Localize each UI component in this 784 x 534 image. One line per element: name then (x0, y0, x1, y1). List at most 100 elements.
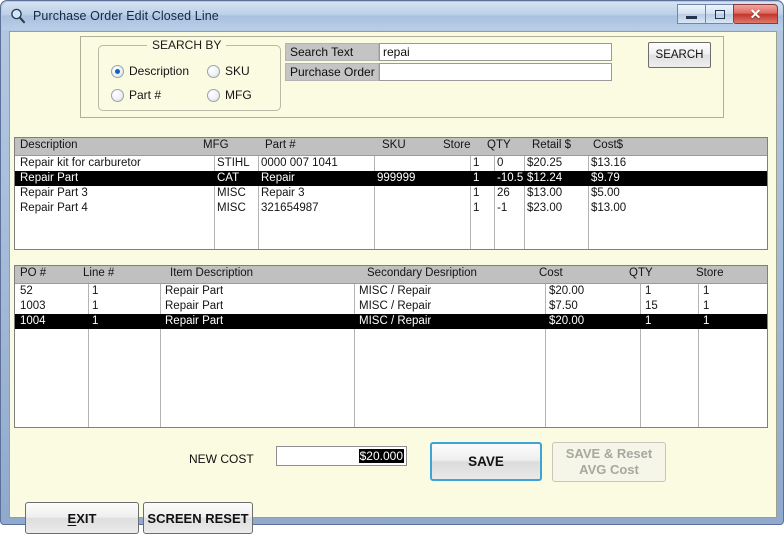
cell-po-number: 52 (20, 285, 33, 297)
cell-cost: $13.16 (591, 157, 627, 169)
screen-reset-button[interactable]: SCREEN RESET (143, 502, 253, 534)
cell-description: Repair Part (20, 172, 79, 184)
cell-qty: -1 (497, 202, 508, 214)
cell-retail: $23.00 (527, 202, 563, 214)
radio-part-number[interactable]: Part # (111, 88, 161, 102)
po-grid-header: PO # Line # Item Description Secondary D… (15, 266, 767, 284)
new-cost-value: $20.000 (358, 449, 404, 463)
cell-sku: 999999 (377, 172, 416, 184)
exit-button[interactable]: EXIT (25, 502, 139, 534)
exit-accel-char: E (67, 510, 77, 526)
item-col-sku[interactable]: SKU (382, 139, 406, 151)
item-grid-header: Description MFG Part # SKU Store QTY Ret… (15, 138, 767, 156)
close-button[interactable]: ✕ (733, 4, 778, 24)
cell-mfg: MISC (217, 187, 246, 199)
cell-store: 1 (473, 157, 480, 169)
item-col-description[interactable]: Description (20, 139, 78, 151)
search-text-input[interactable]: repai (379, 43, 612, 61)
po-col-po-number[interactable]: PO # (20, 267, 46, 279)
item-col-cost[interactable]: Cost$ (593, 139, 623, 151)
cell-qty: 1 (645, 285, 652, 297)
save-reset-line1: SAVE & Reset (565, 446, 653, 461)
maximize-icon (714, 9, 725, 19)
item-col-mfg[interactable]: MFG (203, 139, 229, 151)
po-col-secondary[interactable]: Secondary Desription (367, 267, 477, 279)
table-row[interactable]: 1004 1 Repair Part MISC / Repair $20.00 … (15, 314, 767, 329)
window-controls: ✕ (677, 4, 778, 24)
search-by-legend: SEARCH BY (147, 38, 227, 52)
save-reset-line2: AVG Cost (579, 462, 639, 477)
radio-description[interactable]: Description (111, 64, 189, 78)
radio-description-icon (111, 64, 124, 78)
table-row[interactable]: Repair kit for carburetor STIHL 0000 007… (15, 156, 767, 171)
po-col-cost[interactable]: Cost (539, 267, 563, 279)
cell-mfg: MISC (217, 202, 246, 214)
cell-store: 1 (703, 285, 710, 297)
cell-retail: $12.24 (527, 172, 563, 184)
new-cost-input[interactable]: $20.000 (276, 446, 407, 466)
purchase-order-lines-grid[interactable]: PO # Line # Item Description Secondary D… (14, 265, 768, 428)
purchase-order-input[interactable] (379, 63, 612, 81)
cell-store: 1 (703, 300, 710, 312)
radio-mfg[interactable]: MFG (207, 88, 252, 102)
po-col-store[interactable]: Store (696, 267, 724, 279)
cell-cost: $13.00 (591, 202, 627, 214)
cell-description: Repair Part 3 (20, 187, 88, 199)
item-col-retail[interactable]: Retail $ (532, 139, 571, 151)
save-and-reset-avg-cost-button: SAVE & Reset AVG Cost (552, 442, 666, 482)
cell-qty: 26 (497, 187, 510, 199)
cell-part-number: 0000 007 1041 (261, 157, 338, 169)
table-row[interactable]: Repair Part 3 MISC Repair 3 1 26 $13.00 … (15, 186, 767, 201)
search-by-group: SEARCH BY Description SKU Part # MFG (98, 38, 281, 111)
cell-part-number: Repair (261, 172, 295, 184)
cell-cost: $9.79 (591, 172, 620, 184)
cell-secondary-description: MISC / Repair (359, 285, 432, 297)
cell-part-number: 321654987 (261, 202, 319, 214)
item-grid-body: Repair kit for carburetor STIHL 0000 007… (15, 156, 767, 249)
radio-mfg-icon (207, 88, 220, 102)
radio-sku[interactable]: SKU (207, 64, 250, 78)
cell-retail: $13.00 (527, 187, 563, 199)
radio-part-number-icon (111, 88, 124, 102)
save-button[interactable]: SAVE (430, 442, 542, 481)
cell-qty: -10.5 (497, 172, 524, 184)
table-row[interactable]: Repair Part CAT Repair 999999 1 -10.5 $1… (15, 171, 767, 186)
cell-item-description: Repair Part (165, 315, 224, 327)
po-col-line-number[interactable]: Line # (83, 267, 114, 279)
item-results-grid[interactable]: Description MFG Part # SKU Store QTY Ret… (14, 137, 768, 250)
item-col-store[interactable]: Store (443, 139, 471, 151)
table-row[interactable]: Repair Part 4 MISC 321654987 1 -1 $23.00… (15, 201, 767, 216)
minimize-button[interactable] (677, 4, 705, 24)
cell-line-number: 1 (92, 285, 99, 297)
maximize-button[interactable] (705, 4, 733, 24)
table-row[interactable]: 52 1 Repair Part MISC / Repair $20.00 1 … (15, 284, 767, 299)
item-col-part-number[interactable]: Part # (265, 139, 296, 151)
cell-po-number: 1004 (20, 315, 46, 327)
magnifier-icon (9, 7, 27, 25)
item-col-qty[interactable]: QTY (487, 139, 511, 151)
application-window: Purchase Order Edit Closed Line ✕ SEARCH… (0, 0, 784, 534)
search-button[interactable]: SEARCH (648, 42, 711, 68)
cell-cost: $7.50 (549, 300, 578, 312)
cell-line-number: 1 (92, 300, 99, 312)
radio-sku-icon (207, 64, 220, 78)
cell-part-number: Repair 3 (261, 187, 305, 199)
cell-qty: 1 (645, 315, 652, 327)
close-icon: ✕ (749, 6, 762, 22)
po-col-item-desc[interactable]: Item Description (170, 267, 253, 279)
cell-line-number: 1 (92, 315, 99, 327)
cell-mfg: CAT (217, 172, 240, 184)
cell-store: 1 (473, 187, 480, 199)
cell-secondary-description: MISC / Repair (359, 300, 432, 312)
cell-cost: $20.00 (549, 315, 585, 327)
cell-item-description: Repair Part (165, 300, 224, 312)
table-row[interactable]: 1003 1 Repair Part MISC / Repair $7.50 1… (15, 299, 767, 314)
radio-part-number-label: Part # (129, 88, 162, 102)
cell-description: Repair kit for carburetor (20, 157, 141, 169)
po-grid-body: 52 1 Repair Part MISC / Repair $20.00 1 … (15, 284, 767, 427)
po-col-qty[interactable]: QTY (629, 267, 653, 279)
cell-qty: 0 (497, 157, 504, 169)
title-bar: Purchase Order Edit Closed Line ✕ (2, 2, 783, 30)
cell-secondary-description: MISC / Repair (359, 315, 432, 327)
cell-qty: 15 (645, 300, 658, 312)
